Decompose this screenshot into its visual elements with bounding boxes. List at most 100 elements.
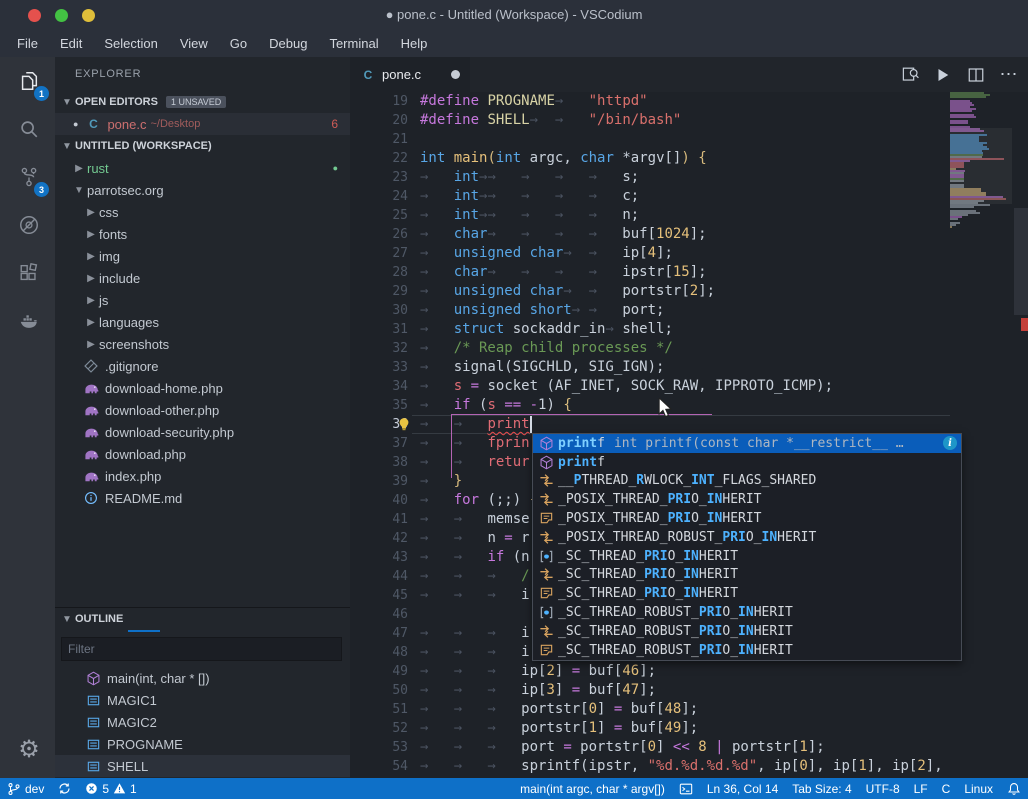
tree-item-css[interactable]: ▶ css: [55, 201, 350, 223]
code-line-32[interactable]: → /* Reap child processes */: [420, 339, 943, 358]
tree-item-download-security.php[interactable]: download-security.php: [55, 421, 350, 443]
tree-item-download.php[interactable]: download.php: [55, 443, 350, 465]
suggestion--sc-thread-prio-inherit[interactable]: _SC_THREAD_PRIO_INHERIT: [533, 584, 961, 603]
outline-item-progname[interactable]: PROGNAME: [55, 733, 350, 755]
suggestion-printf[interactable]: printf int printf(const char *__restrict_…: [533, 434, 961, 453]
code-line-31[interactable]: → struct sockaddr_in→ shell;: [420, 320, 943, 339]
code-line-33[interactable]: → signal(SIGCHLD, SIG_IGN);: [420, 358, 943, 377]
tree-item-js[interactable]: ▶ js: [55, 289, 350, 311]
status-ln-36-col-14[interactable]: Ln 36, Col 14: [700, 778, 785, 799]
activity-docker[interactable]: [3, 297, 55, 345]
code-line-28[interactable]: → char→ → → → ipstr[15];: [420, 263, 943, 282]
git-branch-status[interactable]: dev: [0, 778, 51, 799]
status-main-int-argc-char-argv-[interactable]: main(int argc, char * argv[]): [513, 778, 672, 799]
code-line-27[interactable]: → unsigned char→ → ip[4];: [420, 244, 943, 263]
activity-search[interactable]: [3, 105, 55, 153]
split-editor-button[interactable]: [963, 62, 989, 88]
code-line-25[interactable]: → int→→ → → → n;: [420, 206, 943, 225]
code-line-29[interactable]: → unsigned char→ → portstr[2];: [420, 282, 943, 301]
code-line-26[interactable]: → char→ → → → buf[1024];: [420, 225, 943, 244]
lightbulb-icon[interactable]: [396, 416, 412, 432]
outline-item-magic2[interactable]: MAGIC2: [55, 711, 350, 733]
code-line-53[interactable]: → → → port = portstr[0] << 8 | portstr[1…: [420, 738, 943, 757]
suggestion--sc-thread-prio-inherit[interactable]: _SC_THREAD_PRIO_INHERIT: [533, 547, 961, 566]
tree-item-download-home.php[interactable]: download-home.php: [55, 377, 350, 399]
code-line-51[interactable]: → → → portstr[0] = buf[48];: [420, 700, 943, 719]
tree-item-include[interactable]: ▶ include: [55, 267, 350, 289]
status-lf[interactable]: LF: [907, 778, 935, 799]
activity-extensions[interactable]: [3, 249, 55, 297]
run-button[interactable]: [930, 62, 956, 88]
menu-item-go[interactable]: Go: [219, 33, 258, 54]
menu-item-edit[interactable]: Edit: [49, 33, 93, 54]
code-line-50[interactable]: → → → ip[3] = buf[47];: [420, 681, 943, 700]
activity-files[interactable]: 1: [3, 57, 55, 105]
tab-pone.c[interactable]: C pone.c: [350, 57, 470, 92]
workspace-header[interactable]: ▼ UNTITLED (WORKSPACE): [55, 135, 350, 157]
code-editor[interactable]: 1920212223242526272829303132333435363738…: [350, 92, 1028, 778]
suggestion--sc-thread-robust-prio-inherit[interactable]: _SC_THREAD_ROBUST_PRIO_INHERIT: [533, 622, 961, 641]
tree-item-fonts[interactable]: ▶ fonts: [55, 223, 350, 245]
outline-item-magic1[interactable]: MAGIC1: [55, 689, 350, 711]
code-line-30[interactable]: → unsigned short→ → port;: [420, 301, 943, 320]
suggestion--sc-thread-robust-prio-inherit[interactable]: _SC_THREAD_ROBUST_PRIO_INHERIT: [533, 603, 961, 622]
tree-item-parrotsec.org[interactable]: ▼ parrotsec.org: [55, 179, 350, 201]
menu-item-help[interactable]: Help: [390, 33, 439, 54]
code-line-22[interactable]: int main(int argc, char *argv[]) {: [420, 149, 943, 168]
sync-status[interactable]: [51, 778, 78, 799]
tree-item-languages[interactable]: ▶ languages: [55, 311, 350, 333]
suggestion--posix-thread-prio-inherit[interactable]: _POSIX_THREAD_PRIO_INHERIT: [533, 490, 961, 509]
menu-item-file[interactable]: File: [6, 33, 49, 54]
code-line-19[interactable]: #define PROGNAME→ "httpd": [420, 92, 943, 111]
terminal-status[interactable]: [672, 778, 700, 799]
code-line-54[interactable]: → → → sprintf(ipstr, "%d.%d.%d.%d", ip[0…: [420, 757, 943, 776]
more-button[interactable]: ⋯: [996, 62, 1022, 88]
tree-item-screenshots[interactable]: ▶ screenshots: [55, 333, 350, 355]
suggestion--sc-thread-prio-inherit[interactable]: _SC_THREAD_PRIO_INHERIT: [533, 566, 961, 585]
minimap-slider[interactable]: [950, 128, 1012, 204]
menu-item-terminal[interactable]: Terminal: [318, 33, 389, 54]
code-line-34[interactable]: → s = socket (AF_INET, SOCK_RAW, IPPROTO…: [420, 377, 943, 396]
outline-item-main-int-char-[interactable]: main(int, char * []): [55, 667, 350, 689]
code-line-24[interactable]: → int→→ → → → c;: [420, 187, 943, 206]
activity-source-control[interactable]: 3: [3, 153, 55, 201]
tree-item-download-other.php[interactable]: download-other.php: [55, 399, 350, 421]
activity-debug-disabled[interactable]: [3, 201, 55, 249]
modified-dot-icon[interactable]: ●: [73, 119, 78, 129]
settings-gear-icon[interactable]: ⚙: [3, 735, 55, 764]
menu-item-view[interactable]: View: [169, 33, 219, 54]
code-line-20[interactable]: #define SHELL→ → "/bin/bash": [420, 111, 943, 130]
scrollbar[interactable]: [1014, 92, 1028, 778]
suggestion-printf[interactable]: printf: [533, 453, 961, 472]
code-line-21[interactable]: [420, 130, 943, 149]
tree-item-README.md[interactable]: README.md: [55, 487, 350, 509]
info-icon[interactable]: i: [943, 436, 957, 451]
open-editor-pone.c[interactable]: ● Cpone.c ~/Desktop 6: [55, 113, 350, 135]
status-c[interactable]: C: [935, 778, 958, 799]
outline-filter-input[interactable]: [61, 637, 342, 661]
menu-item-debug[interactable]: Debug: [258, 33, 318, 54]
suggestion--posix-thread-robust-prio-inherit[interactable]: _POSIX_THREAD_ROBUST_PRIO_INHERIT: [533, 528, 961, 547]
suggestion--sc-thread-robust-prio-inherit[interactable]: _SC_THREAD_ROBUST_PRIO_INHERIT: [533, 641, 961, 660]
tree-item-rust[interactable]: ▶ rust ●: [55, 157, 350, 179]
modified-dot-icon[interactable]: [451, 70, 460, 79]
code-line-52[interactable]: → → → portstr[1] = buf[49];: [420, 719, 943, 738]
code-line-35[interactable]: → if (s == -1) {: [420, 396, 943, 415]
suggestion--posix-thread-prio-inherit[interactable]: _POSIX_THREAD_PRIO_INHERIT: [533, 509, 961, 528]
problems-status[interactable]: 51: [78, 778, 143, 799]
code-line-36[interactable]: → → print: [420, 415, 943, 434]
status-tab-size-4[interactable]: Tab Size: 4: [785, 778, 858, 799]
outline-item-shell[interactable]: SHELL: [55, 755, 350, 777]
status-utf-8[interactable]: UTF-8: [859, 778, 907, 799]
code-line-49[interactable]: → → → ip[2] = buf[46];: [420, 662, 943, 681]
status-linux[interactable]: Linux: [957, 778, 1000, 799]
suggestion---pthread-rwlock-int-flags-shared[interactable]: __PTHREAD_RWLOCK_INT_FLAGS_SHARED: [533, 472, 961, 491]
tree-item-index.php[interactable]: index.php: [55, 465, 350, 487]
menu-item-selection[interactable]: Selection: [93, 33, 168, 54]
bell-status[interactable]: [1000, 778, 1028, 799]
open-editors-header[interactable]: ▼ OPEN EDITORS 1 UNSAVED: [55, 91, 350, 113]
code-line-23[interactable]: → int→→ → → → s;: [420, 168, 943, 187]
tree-item-.gitignore[interactable]: .gitignore: [55, 355, 350, 377]
outline-header[interactable]: ▼ OUTLINE: [55, 608, 350, 630]
tree-item-img[interactable]: ▶ img: [55, 245, 350, 267]
